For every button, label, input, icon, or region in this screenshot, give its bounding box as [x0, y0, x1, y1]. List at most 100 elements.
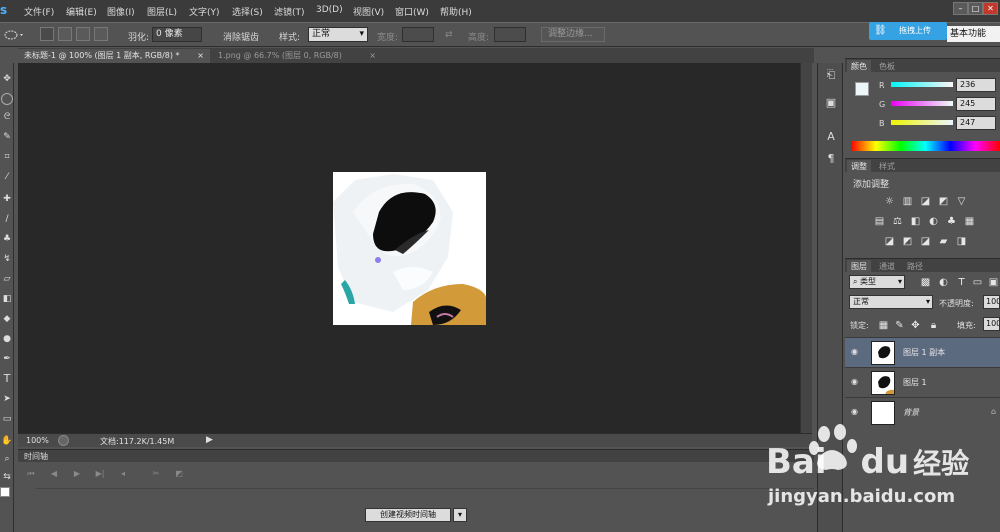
tab-swatches[interactable]: 色板 [875, 60, 899, 73]
move-tool-icon[interactable]: ✥ [1, 73, 13, 85]
menu-layer[interactable]: 图层(L) [147, 5, 177, 18]
filter-adjustment-icon[interactable]: ◐ [937, 277, 950, 288]
status-info-icon[interactable] [58, 435, 69, 446]
menu-view[interactable]: 视图(V) [353, 5, 384, 18]
gradient-tool-icon[interactable]: ◧ [1, 293, 13, 305]
blue-slider[interactable] [891, 120, 953, 125]
subtract-selection-icon[interactable] [76, 27, 90, 41]
photo-filter-icon[interactable]: ◐ [927, 216, 940, 227]
green-slider[interactable] [891, 101, 953, 106]
swap-colors-icon[interactable]: ⇆ [1, 471, 13, 483]
hue-saturation-icon[interactable]: ▤ [873, 216, 886, 227]
audio-icon[interactable]: ◂ [116, 468, 130, 480]
close-button[interactable]: ✕ [983, 2, 998, 15]
lock-transparency-icon[interactable]: ▦ [877, 320, 890, 331]
selective-color-icon[interactable]: ▰ [937, 236, 950, 247]
elliptical-marquee-icon[interactable] [4, 29, 26, 41]
tab-layers[interactable]: 图层 [847, 260, 871, 273]
exposure-icon[interactable]: ◩ [937, 196, 950, 207]
foreground-color-swatch[interactable] [0, 487, 10, 497]
refine-edge-button[interactable]: 调整边缘... [541, 27, 605, 42]
blend-mode-select[interactable]: 正常 ▾ [849, 295, 933, 309]
color-spectrum-bar[interactable] [851, 141, 1000, 151]
close-tab-icon[interactable]: × [369, 49, 376, 62]
invert-icon[interactable]: ◪ [883, 236, 896, 247]
visibility-eye-icon[interactable]: ◉ [851, 378, 861, 386]
properties-panel-icon[interactable]: ▣ [823, 95, 839, 111]
style-select[interactable]: 正常 ▾ [308, 27, 368, 42]
lock-pixels-icon[interactable]: ✎ [893, 320, 906, 331]
layer-name[interactable]: 背景 [903, 407, 919, 418]
menu-edit[interactable]: 编辑(E) [66, 5, 97, 18]
opacity-input[interactable]: 100 [983, 295, 1000, 309]
menu-help[interactable]: 帮助(H) [440, 5, 472, 18]
split-icon[interactable]: ✂ [149, 468, 163, 480]
foreground-color-chip[interactable] [855, 82, 869, 96]
lock-position-icon[interactable]: ✥ [909, 320, 922, 331]
tab-color[interactable]: 颜色 [847, 60, 871, 73]
blur-tool-icon[interactable]: ◆ [1, 313, 13, 325]
visibility-eye-icon[interactable]: ◉ [851, 348, 861, 356]
upload-button[interactable]: ⛓ 拖拽上传 [869, 22, 947, 40]
prev-frame-icon[interactable]: ◀ [47, 468, 61, 480]
next-frame-icon[interactable]: ▶| [93, 468, 107, 480]
workspace-switcher[interactable]: 基本功能 [947, 26, 1000, 42]
lasso-tool-icon[interactable]: ᘓ [1, 111, 13, 123]
eyedropper-tool-icon[interactable]: ⁄ [1, 171, 13, 183]
layer-filter-select[interactable]: ⌕ 类型 ▾ [849, 275, 905, 289]
pen-tool-icon[interactable]: ✒ [1, 353, 13, 365]
layer-name[interactable]: 图层 1 [903, 377, 927, 388]
menu-window[interactable]: 窗口(W) [395, 5, 429, 18]
visibility-eye-icon[interactable]: ◉ [851, 408, 861, 416]
tab-1-png[interactable]: 1.png @ 66.7% (图层 0, RGB/8) × [212, 49, 382, 63]
path-select-tool-icon[interactable]: ➤ [1, 393, 13, 405]
color-lookup-icon[interactable]: ▦ [963, 216, 976, 227]
play-icon[interactable]: ▶ [70, 468, 84, 480]
tab-paths[interactable]: 路径 [903, 260, 927, 273]
tab-untitled-1[interactable]: 未标题-1 @ 100% (图层 1 副本, RGB/8) * × [18, 49, 210, 63]
fill-input[interactable]: 100 [983, 317, 1000, 331]
filter-type-icon[interactable]: T [955, 277, 968, 288]
marquee-tool-icon[interactable] [1, 93, 13, 105]
document-canvas[interactable] [333, 172, 486, 325]
filter-shape-icon[interactable]: ▭ [971, 277, 984, 288]
zoom-tool-icon[interactable]: ⌕ [1, 453, 13, 465]
intersect-selection-icon[interactable] [94, 27, 108, 41]
layer-row[interactable]: ◉ 背景 ⌂ [845, 397, 1000, 427]
healing-tool-icon[interactable]: ✚ [1, 193, 13, 205]
minimize-button[interactable]: – [953, 2, 968, 15]
gradient-map-icon[interactable]: ◨ [955, 236, 968, 247]
channel-mixer-icon[interactable]: ♣ [945, 216, 958, 227]
blue-value[interactable]: 247 [956, 116, 996, 130]
menu-filter[interactable]: 滤镜(T) [274, 5, 305, 18]
green-value[interactable]: 245 [956, 97, 996, 111]
filter-smart-object-icon[interactable]: ▣ [987, 277, 1000, 288]
menu-3d[interactable]: 3D(D) [316, 5, 343, 15]
menu-file[interactable]: 文件(F) [24, 5, 54, 18]
history-brush-tool-icon[interactable]: ↯ [1, 253, 13, 265]
add-selection-icon[interactable] [58, 27, 72, 41]
crop-tool-icon[interactable]: ⌗ [1, 151, 13, 163]
color-balance-icon[interactable]: ⚖ [891, 216, 904, 227]
red-slider[interactable] [891, 82, 953, 87]
transition-icon[interactable]: ◩ [172, 468, 186, 480]
lock-all-icon[interactable]: 🔒︎ [927, 320, 940, 331]
menu-image[interactable]: 图像(I) [107, 5, 135, 18]
status-menu-arrow-icon[interactable]: ▶ [206, 435, 213, 445]
first-frame-icon[interactable]: ⏮ [24, 468, 38, 480]
type-tool-icon[interactable]: T [1, 373, 13, 385]
zoom-level[interactable]: 100% [26, 436, 49, 445]
feather-input[interactable]: 0 像素 [152, 27, 202, 42]
curves-icon[interactable]: ◪ [919, 196, 932, 207]
brightness-icon[interactable]: ☼ [883, 196, 896, 207]
create-video-timeline-button[interactable]: 创建视频时间轴 [365, 508, 451, 522]
vibrance-icon[interactable]: ▽ [955, 196, 968, 207]
brush-tool-icon[interactable]: ∕ [1, 213, 13, 225]
close-tab-icon[interactable]: × [197, 49, 204, 62]
posterize-icon[interactable]: ◩ [901, 236, 914, 247]
threshold-icon[interactable]: ◪ [919, 236, 932, 247]
eraser-tool-icon[interactable]: ▱ [1, 273, 13, 285]
layer-row[interactable]: ◉ 图层 1 副本 [845, 337, 1000, 367]
levels-icon[interactable]: ▥ [901, 196, 914, 207]
filter-pixel-icon[interactable]: ▩ [919, 277, 932, 288]
